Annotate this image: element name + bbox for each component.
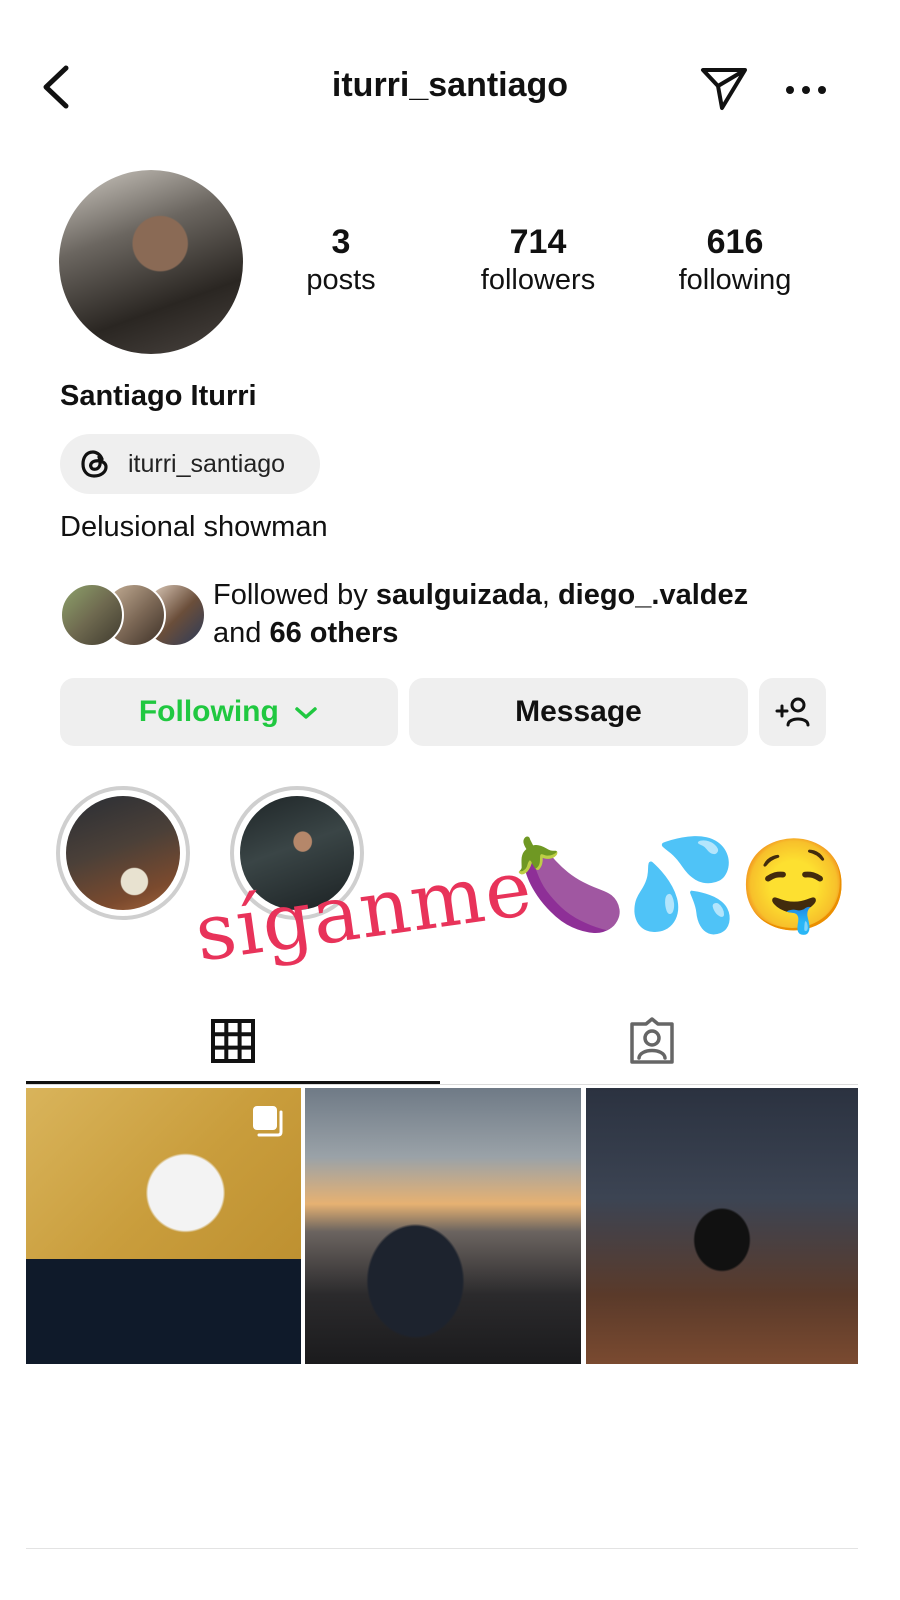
message-button[interactable]: Message — [409, 678, 748, 746]
display-name: Santiago Iturri — [60, 380, 257, 412]
followed-by-text[interactable]: Followed by saulguizada, diego_.valdez a… — [213, 576, 853, 652]
active-tab-indicator — [26, 1081, 440, 1084]
post-thumbnail[interactable] — [305, 1088, 581, 1364]
send-button[interactable] — [700, 64, 748, 112]
chevron-down-icon — [295, 707, 317, 719]
profile-avatar[interactable] — [59, 170, 243, 354]
highlight-cover — [66, 796, 180, 910]
bio-text: Delusional showman — [60, 511, 328, 543]
multiple-photos-icon — [253, 1106, 283, 1137]
threads-icon — [81, 450, 108, 478]
posts-label: posts — [306, 264, 376, 296]
bottom-divider — [26, 1548, 858, 1549]
following-stat[interactable]: 616 following — [635, 222, 835, 298]
following-count: 616 — [706, 223, 764, 261]
posts-count: 3 — [331, 223, 351, 261]
suggest-users-button[interactable] — [759, 678, 826, 746]
following-button-label: Following — [138, 695, 279, 728]
post-thumbnail[interactable] — [586, 1088, 858, 1364]
tagged-icon — [630, 1017, 674, 1064]
tab-divider — [26, 1084, 858, 1085]
followed-by-and: and — [213, 617, 270, 649]
following-button[interactable]: Following — [60, 678, 398, 746]
add-user-icon — [775, 697, 809, 727]
grid-icon — [211, 1019, 255, 1063]
story-highlight[interactable] — [56, 786, 190, 920]
tab-posts-grid[interactable] — [210, 1018, 256, 1064]
mutual-followers-avatars[interactable] — [60, 583, 206, 647]
more-icon — [786, 86, 826, 94]
followers-label: followers — [480, 264, 596, 296]
tab-tagged[interactable] — [627, 1016, 677, 1066]
mutual-avatar — [60, 583, 124, 647]
threads-badge[interactable]: iturri_santiago — [60, 434, 320, 494]
followers-count: 714 — [509, 223, 567, 261]
mutual-user-2[interactable]: diego_.valdez — [558, 579, 748, 611]
followers-stat[interactable]: 714 followers — [438, 222, 638, 298]
followed-by-prefix: Followed by — [213, 579, 376, 611]
post-thumbnail[interactable] — [26, 1088, 301, 1364]
mutual-user-1[interactable]: saulguizada — [376, 579, 542, 611]
posts-stat[interactable]: 3 posts — [241, 222, 441, 298]
profile-username-title: iturri_santiago — [331, 66, 569, 104]
mutual-others-count[interactable]: 66 others — [269, 617, 398, 649]
following-label: following — [678, 264, 792, 296]
threads-handle: iturri_santiago — [128, 450, 286, 478]
message-button-label: Message — [515, 695, 642, 728]
more-options-button[interactable] — [784, 70, 828, 110]
sticker-emoji: 🍆💦🤤 — [514, 833, 851, 938]
followed-by-separator: , — [541, 579, 558, 611]
send-icon — [701, 68, 747, 110]
